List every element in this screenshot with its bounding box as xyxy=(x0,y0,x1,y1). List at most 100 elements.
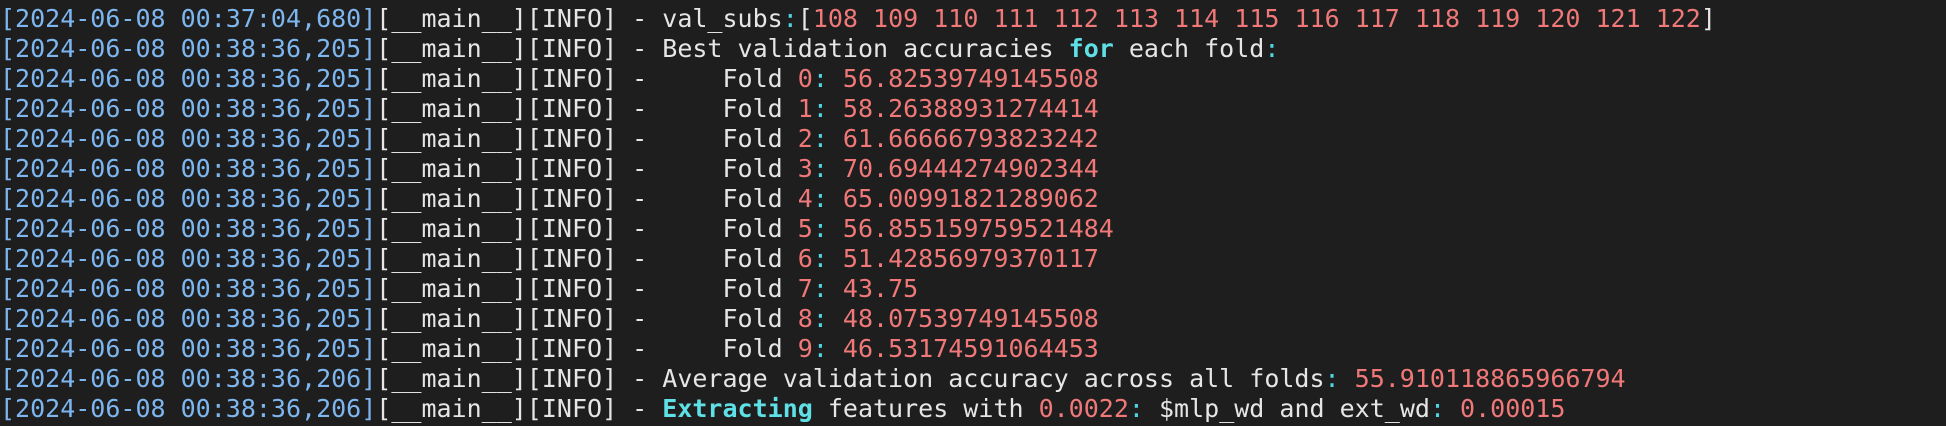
log-message-segment: Fold xyxy=(662,274,798,303)
log-line: [2024-06-08 00:38:36,205][__main__][INFO… xyxy=(0,274,1946,304)
log-line: [2024-06-08 00:38:36,205][__main__][INFO… xyxy=(0,154,1946,184)
log-logger-level: [__main__][INFO] xyxy=(376,4,618,33)
log-logger-level: [__main__][INFO] xyxy=(376,244,618,273)
log-line: [2024-06-08 00:38:36,205][__main__][INFO… xyxy=(0,334,1946,364)
log-line: [2024-06-08 00:38:36,206][__main__][INFO… xyxy=(0,394,1946,424)
log-message-segment: : xyxy=(812,214,843,243)
log-message-segment: Best validation accuracies xyxy=(662,34,1069,63)
log-message-segment: Fold xyxy=(662,334,798,363)
log-message-segment: 2 xyxy=(797,124,813,153)
log-message-segment: features with xyxy=(812,394,1039,423)
log-message-segment: 0 xyxy=(797,64,813,93)
log-message-segment: $mlp_wd and ext_wd xyxy=(1159,394,1430,423)
log-separator: - xyxy=(617,4,663,33)
log-message-segment: 48.07539749145508 xyxy=(842,304,1099,333)
log-line: [2024-06-08 00:38:36,205][__main__][INFO… xyxy=(0,64,1946,94)
log-timestamp: [2024-06-08 00:38:36,205] xyxy=(0,154,377,183)
log-line: [2024-06-08 00:37:04,680][__main__][INFO… xyxy=(0,4,1946,34)
log-separator: - xyxy=(617,154,663,183)
log-separator: - xyxy=(617,244,663,273)
log-logger-level: [__main__][INFO] xyxy=(376,154,618,183)
log-message-segment: : xyxy=(1324,364,1355,393)
log-message-segment: : xyxy=(812,184,843,213)
log-timestamp: [2024-06-08 00:38:36,205] xyxy=(0,124,377,153)
log-message-segment: : xyxy=(1128,394,1159,423)
log-message-segment: : xyxy=(782,4,798,33)
log-logger-level: [__main__][INFO] xyxy=(376,184,618,213)
log-message-segment: : xyxy=(1264,34,1280,63)
log-timestamp: [2024-06-08 00:38:36,206] xyxy=(0,364,377,393)
log-message-segment: 5 xyxy=(797,214,813,243)
log-message-segment: val_subs xyxy=(662,4,783,33)
log-message-segment: : xyxy=(812,154,843,183)
log-message-segment: 0.0022 xyxy=(1038,394,1129,423)
log-message-segment: Fold xyxy=(662,184,798,213)
log-message-segment: Fold xyxy=(662,244,798,273)
log-message-segment: 4 xyxy=(797,184,813,213)
log-message-segment: 56.855159759521484 xyxy=(842,214,1114,243)
log-message-segment: 56.82539749145508 xyxy=(842,64,1099,93)
log-message-segment: 61.66666793823242 xyxy=(842,124,1099,153)
log-logger-level: [__main__][INFO] xyxy=(376,304,618,333)
log-separator: - xyxy=(617,184,663,213)
log-message-segment: Fold xyxy=(662,124,798,153)
log-message-segment: 1 xyxy=(797,94,813,123)
log-line: [2024-06-08 00:38:36,205][__main__][INFO… xyxy=(0,184,1946,214)
log-message-segment: 70.69444274902344 xyxy=(842,154,1099,183)
log-logger-level: [__main__][INFO] xyxy=(376,274,618,303)
log-message-segment: : xyxy=(812,334,843,363)
log-message-segment: Extracting xyxy=(662,394,813,423)
log-logger-level: [__main__][INFO] xyxy=(376,64,618,93)
log-message-segment: for xyxy=(1068,34,1114,63)
log-message-segment: : xyxy=(812,64,843,93)
log-message-segment: 55.910118865966794 xyxy=(1354,364,1626,393)
log-line: [2024-06-08 00:38:36,205][__main__][INFO… xyxy=(0,214,1946,244)
log-separator: - xyxy=(617,394,663,423)
log-message-segment: Fold xyxy=(662,214,798,243)
log-line: [2024-06-08 00:38:36,206][__main__][INFO… xyxy=(0,364,1946,394)
log-message-segment: 6 xyxy=(797,244,813,273)
log-separator: - xyxy=(617,334,663,363)
log-message-segment: 8 xyxy=(797,304,813,333)
log-separator: - xyxy=(617,64,663,93)
log-message-segment: 3 xyxy=(797,154,813,183)
log-timestamp: [2024-06-08 00:38:36,205] xyxy=(0,274,377,303)
log-message-segment: 65.00991821289062 xyxy=(842,184,1099,213)
log-timestamp: [2024-06-08 00:38:36,205] xyxy=(0,244,377,273)
log-line: [2024-06-08 00:38:36,205][__main__][INFO… xyxy=(0,34,1946,64)
log-timestamp: [2024-06-08 00:38:36,205] xyxy=(0,94,377,123)
log-message-segment: 58.26388931274414 xyxy=(842,94,1099,123)
log-line: [2024-06-08 00:38:36,205][__main__][INFO… xyxy=(0,94,1946,124)
log-timestamp: [2024-06-08 00:38:36,205] xyxy=(0,34,377,63)
log-message-segment: : xyxy=(812,304,843,333)
log-message-segment: 51.42856979370117 xyxy=(842,244,1099,273)
log-message-segment: : xyxy=(812,94,843,123)
log-message-segment: 46.53174591064453 xyxy=(842,334,1099,363)
log-message-segment: Fold xyxy=(662,154,798,183)
log-separator: - xyxy=(617,304,663,333)
log-logger-level: [__main__][INFO] xyxy=(376,214,618,243)
log-line: [2024-06-08 00:38:36,205][__main__][INFO… xyxy=(0,244,1946,274)
log-separator: - xyxy=(617,124,663,153)
log-separator: - xyxy=(617,94,663,123)
log-message-segment: : xyxy=(812,124,843,153)
log-message-segment: : xyxy=(812,274,843,303)
log-logger-level: [__main__][INFO] xyxy=(376,394,618,423)
log-line: [2024-06-08 00:38:36,205][__main__][INFO… xyxy=(0,304,1946,334)
log-message-segment: : xyxy=(812,244,843,273)
log-timestamp: [2024-06-08 00:38:36,206] xyxy=(0,394,377,423)
log-message-segment: 7 xyxy=(797,274,813,303)
log-message-segment: 43.75 xyxy=(842,274,919,303)
log-logger-level: [__main__][INFO] xyxy=(376,124,618,153)
terminal-output[interactable]: [2024-06-08 00:37:04,680][__main__][INFO… xyxy=(0,0,1946,426)
log-timestamp: [2024-06-08 00:38:36,205] xyxy=(0,184,377,213)
log-timestamp: [2024-06-08 00:38:36,205] xyxy=(0,64,377,93)
log-message-segment: Fold xyxy=(662,94,798,123)
log-separator: - xyxy=(617,34,663,63)
log-message-segment: Fold xyxy=(662,64,798,93)
log-message-segment: Average validation accuracy across all f… xyxy=(662,364,1325,393)
log-message-segment: each fold xyxy=(1113,34,1265,63)
log-line: [2024-06-08 00:38:36,205][__main__][INFO… xyxy=(0,124,1946,154)
log-message-segment: Fold xyxy=(662,304,798,333)
log-message-segment: 9 xyxy=(797,334,813,363)
